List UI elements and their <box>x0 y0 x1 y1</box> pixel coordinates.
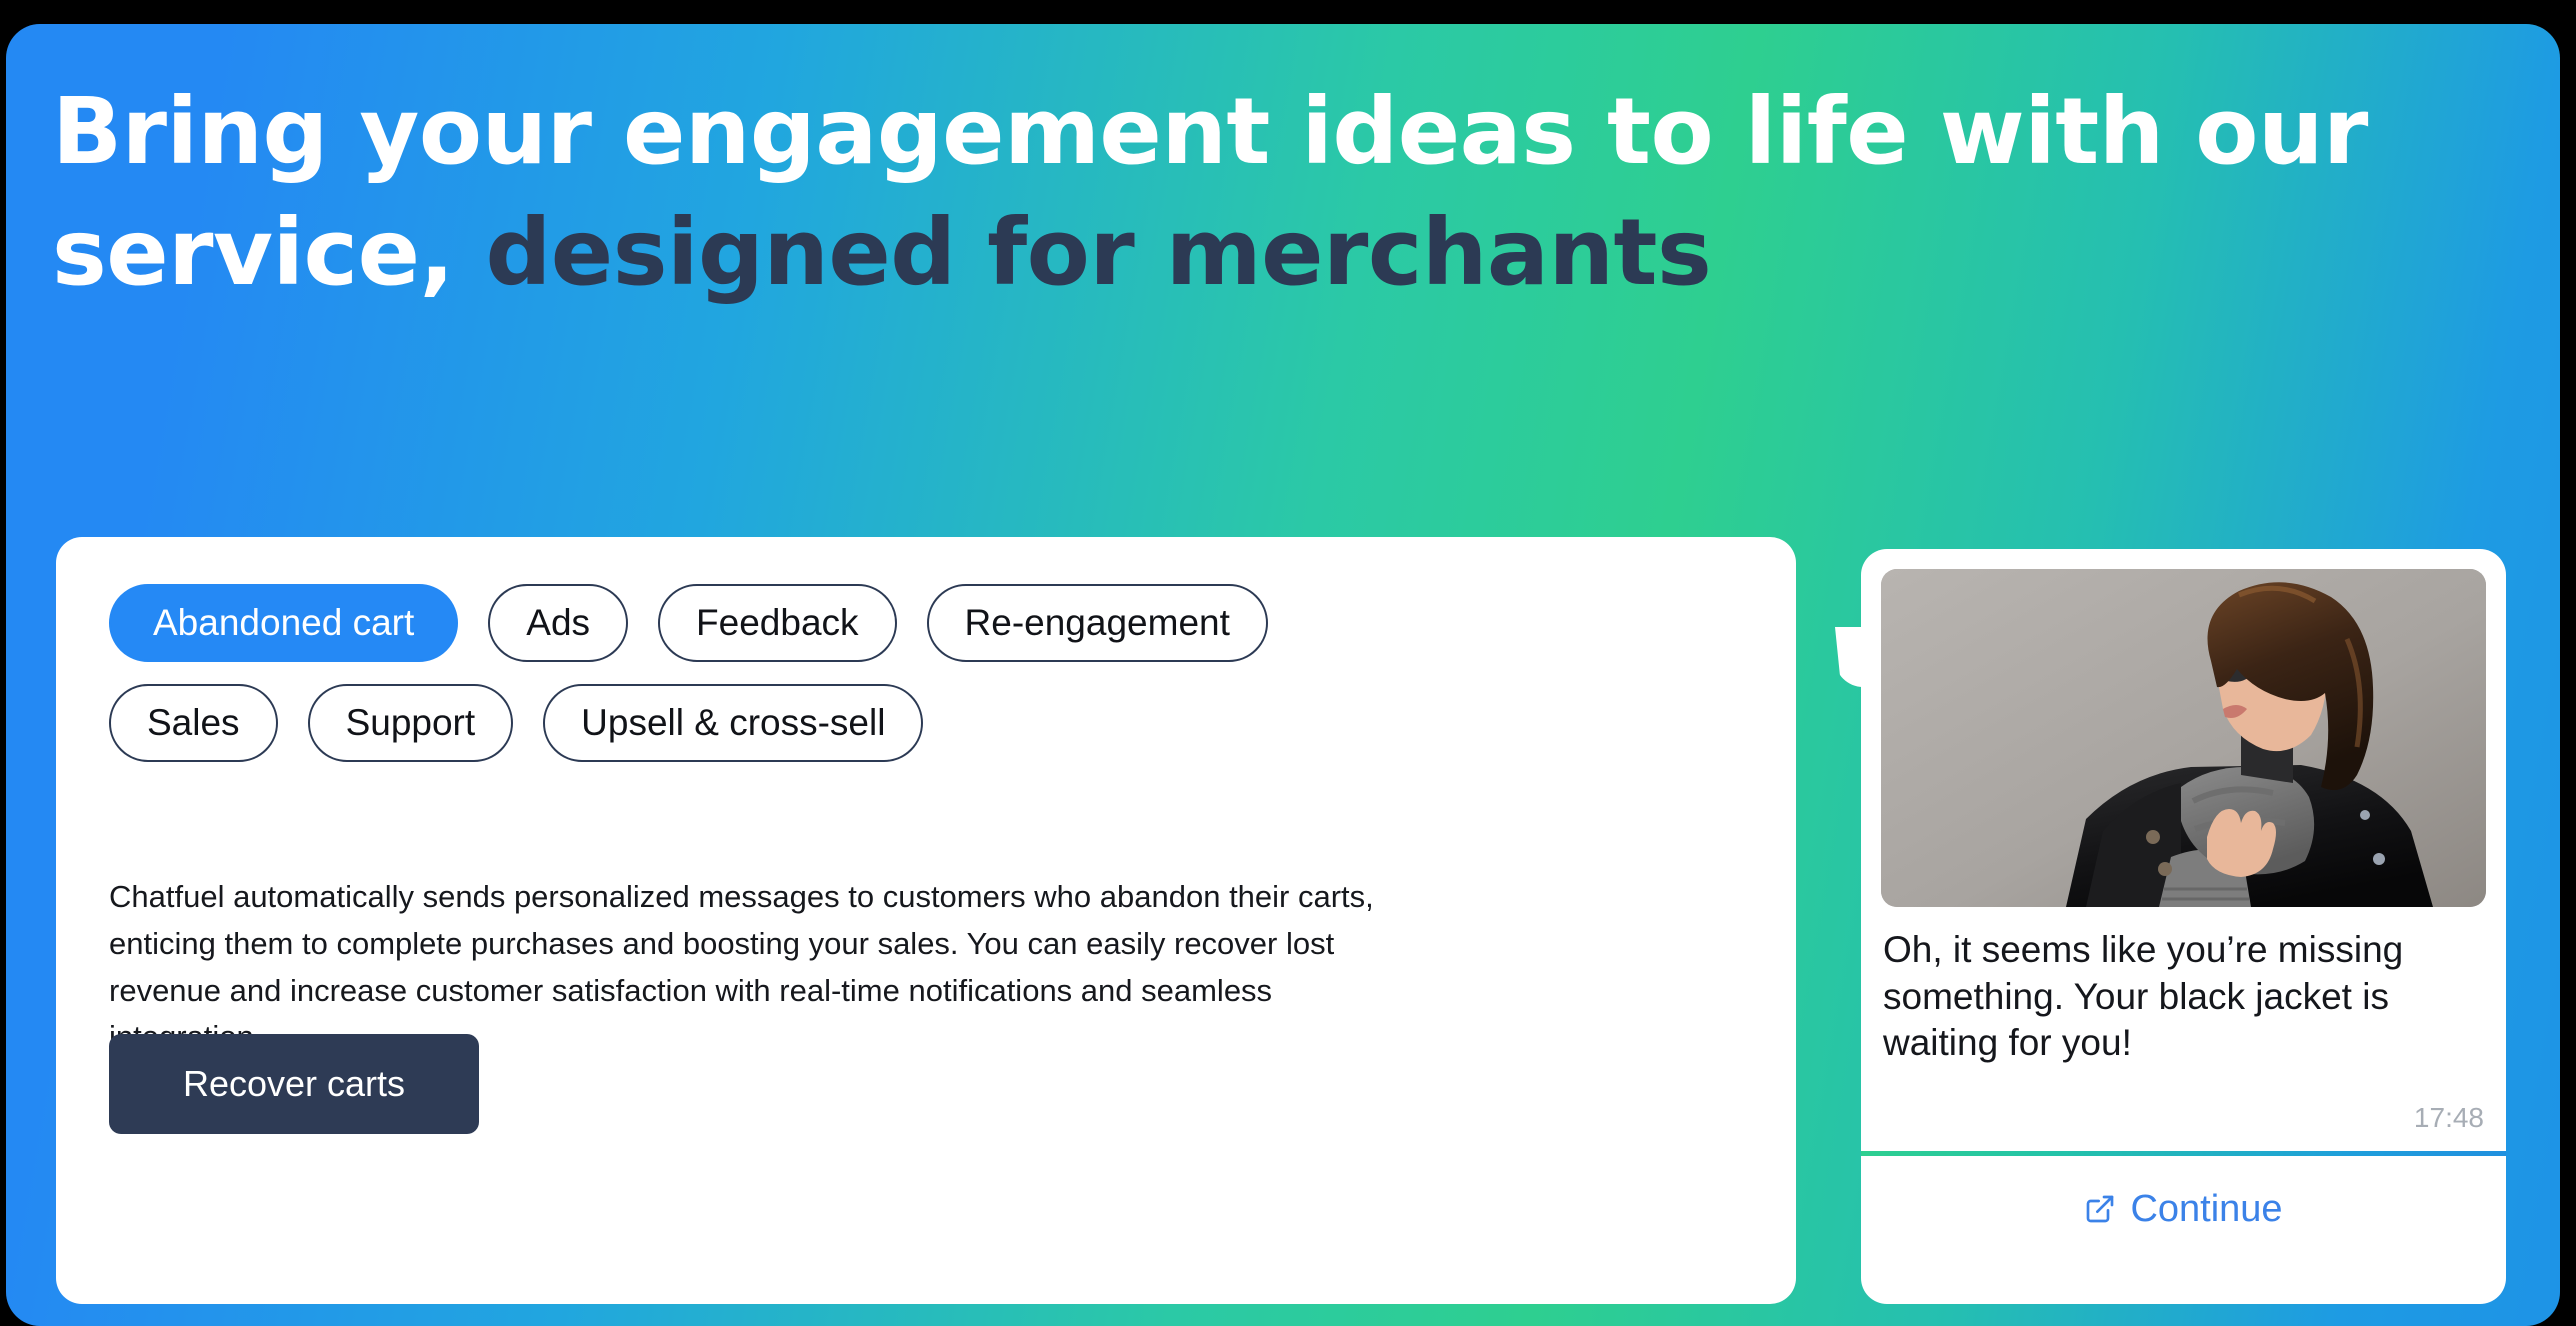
filter-pill-sales[interactable]: Sales <box>109 684 278 762</box>
page-title: Bring your engagement ideas to life with… <box>52 72 2392 313</box>
filter-pill-label: Upsell & cross-sell <box>581 702 886 743</box>
headline-dark-text: designed for merchants <box>453 198 1712 306</box>
filter-pill-upsell-cross-sell[interactable]: Upsell & cross-sell <box>543 684 924 762</box>
filter-pill-label: Abandoned cart <box>153 602 415 643</box>
external-link-icon <box>2087 1195 2114 1223</box>
product-photo <box>1881 569 2486 907</box>
filter-pill-label: Re-engagement <box>964 602 1230 643</box>
filter-pill-ads[interactable]: Ads <box>488 584 629 662</box>
category-filter-group: Abandoned cart Ads Feedback Re-engagemen… <box>109 584 1669 784</box>
filter-pill-label: Sales <box>147 702 240 743</box>
hero-gradient-panel: Bring your engagement ideas to life with… <box>6 24 2560 1326</box>
filter-pill-feedback[interactable]: Feedback <box>658 584 897 662</box>
filter-pill-abandoned-cart[interactable]: Abandoned cart <box>109 584 459 662</box>
chat-preview-bubble: Oh, it seems like you’re missing somethi… <box>1835 549 2506 1304</box>
filter-row-2: Sales Support Upsell & cross-sell <box>109 684 1669 762</box>
recover-carts-button[interactable]: Recover carts <box>109 1034 479 1134</box>
chat-message-text: Oh, it seems like you’re missing somethi… <box>1883 929 2404 1064</box>
feature-card: Abandoned cart Ads Feedback Re-engagemen… <box>56 537 1796 1304</box>
filter-pill-re-engagement[interactable]: Re-engagement <box>926 584 1268 662</box>
product-photo-illustration <box>1881 569 2486 907</box>
filter-pill-label: Feedback <box>696 602 859 643</box>
screenshot-root: Bring your engagement ideas to life with… <box>0 0 2576 1326</box>
filter-pill-label: Support <box>345 702 476 743</box>
chat-timestamp: 17:48 <box>2413 1102 2484 1133</box>
filter-pill-label: Ads <box>526 602 591 643</box>
filter-row-1: Abandoned cart Ads Feedback Re-engagemen… <box>109 584 1669 662</box>
bubble-tail <box>1835 627 1869 687</box>
filter-pill-support[interactable]: Support <box>307 684 514 762</box>
continue-label: Continue <box>2130 1188 2283 1230</box>
continue-button[interactable]: Continue <box>1861 1156 2506 1304</box>
